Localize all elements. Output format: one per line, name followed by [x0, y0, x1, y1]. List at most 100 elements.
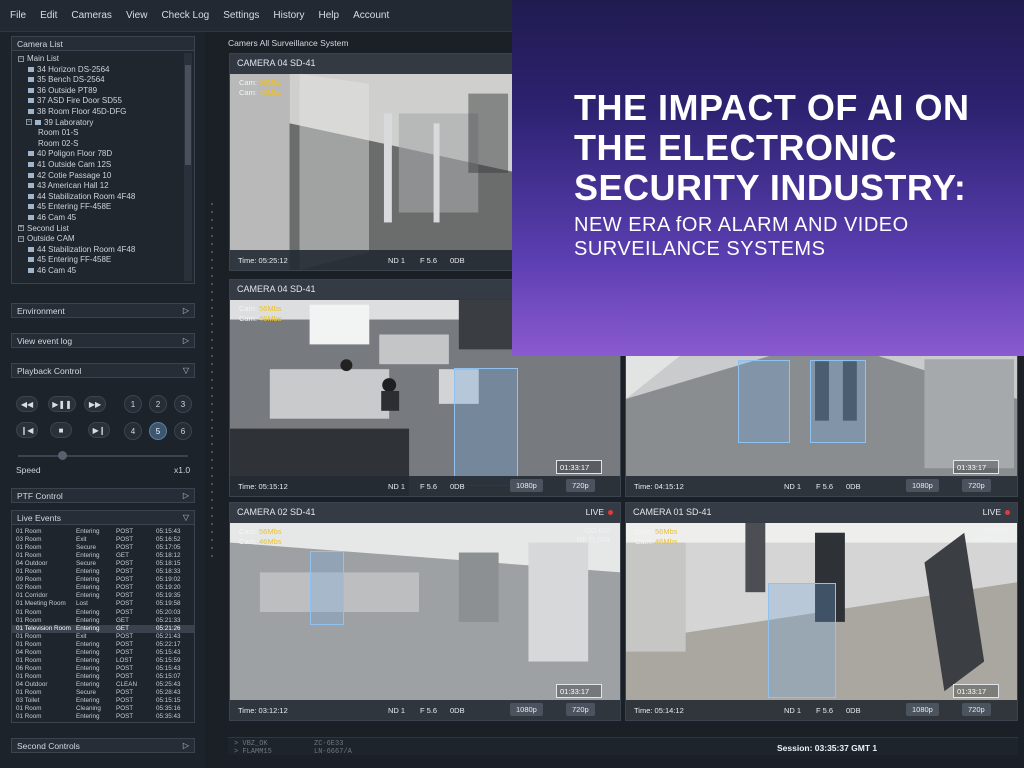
tree-item[interactable]: − 39 Laboratory [26, 118, 93, 127]
camera-view-5[interactable]: CAMERA 01 SD-41 LIVE Cam: 56Mbs Cam: 46M… [625, 502, 1018, 721]
tree-item[interactable]: 37 ASD Fire Door SD55 [28, 96, 122, 105]
tree-item[interactable]: 35 Bench DS-2564 [28, 75, 105, 84]
menu-file[interactable]: File [10, 10, 26, 21]
event-row[interactable]: 01 Room Entering GET 05:21:33 [12, 617, 194, 625]
menu-help[interactable]: Help [319, 10, 340, 21]
tree-item[interactable]: 40 Poligon Floor 78D [28, 149, 112, 158]
event-row[interactable]: 03 Toilet Entering POST 05:15:15 [12, 697, 194, 705]
play-pause-button[interactable]: ▶❚❚ [48, 396, 76, 412]
event-row[interactable]: 01 Corridor Entering POST 05:19:35 [12, 592, 194, 600]
channel-2-button[interactable]: 2 [149, 395, 167, 413]
menu-settings[interactable]: Settings [223, 10, 259, 21]
live-events-panel[interactable]: Live Events ▽ [11, 510, 195, 525]
speed-slider-knob[interactable] [58, 451, 67, 460]
camera-4-res2[interactable]: 720p [566, 703, 595, 716]
second-controls-panel[interactable]: Second Controls ▷ [11, 738, 195, 753]
tree-item[interactable]: 43 American Hall 12 [28, 181, 109, 190]
tree-item[interactable]: 36 Outside PT89 [28, 86, 97, 95]
camera-4-header: CAMERA 02 SD-41 LIVE [230, 503, 620, 523]
tree-item[interactable]: 46 Cam 45 [28, 213, 76, 222]
camera-tree-scrollbar[interactable] [184, 53, 192, 281]
camera-3-res[interactable]: 1080p [906, 479, 939, 492]
next-button[interactable]: ▶❙ [88, 422, 110, 438]
tree-item[interactable]: 34 Horizon DS-2564 [28, 65, 109, 74]
menu-view[interactable]: View [126, 10, 148, 21]
playback-control-panel[interactable]: Playback Control ▽ [11, 363, 195, 378]
stop-button[interactable]: ■ [50, 422, 72, 438]
camera-5-res2[interactable]: 720p [962, 703, 991, 716]
tree-item[interactable]: 44 Stabilization Room 4F48 [28, 245, 135, 254]
camera-4-res[interactable]: 1080p [510, 703, 543, 716]
event-row[interactable]: 02 Room Entering POST 05:19:20 [12, 584, 194, 592]
channel-1-button[interactable]: 1 [124, 395, 142, 413]
channel-3-button[interactable]: 3 [174, 395, 192, 413]
tree-item[interactable]: − Main List [18, 54, 59, 63]
tree-item[interactable]: 44 Stabilization Room 4F48 [28, 192, 135, 201]
menu-edit[interactable]: Edit [40, 10, 57, 21]
tree-item-label: Second List [27, 223, 69, 233]
tree-item[interactable]: + Second List [18, 224, 69, 233]
event-method: POST [116, 689, 134, 696]
tree-toggle-icon[interactable]: − [26, 119, 32, 126]
speed-slider-track[interactable] [18, 455, 188, 457]
event-row[interactable]: 06 Room Entering POST 05:15:43 [12, 665, 194, 673]
event-row[interactable]: 04 Outdoor Entering CLEAN 05:25:43 [12, 681, 194, 689]
event-row[interactable]: 01 Room Secure POST 05:17:05 [12, 544, 194, 552]
event-row[interactable]: 01 Room Secure POST 05:28:43 [12, 689, 194, 697]
rewind-button[interactable]: ◀◀ [16, 396, 38, 412]
channel-6-button[interactable]: 6 [174, 422, 192, 440]
event-row[interactable]: 01 Room Exit POST 05:21:43 [12, 633, 194, 641]
menu-cameras[interactable]: Cameras [71, 10, 112, 21]
event-row[interactable]: 01 Room Entering POST 05:15:43 [12, 528, 194, 536]
camera-3-time: Time: 04:15:12 [634, 482, 684, 491]
camera-4-time: Time: 03:12:12 [238, 706, 288, 715]
event-row[interactable]: 01 Room Entering LOST 05:15:59 [12, 657, 194, 665]
event-action: Entering [76, 640, 100, 648]
event-row[interactable]: 04 Room Entering POST 05:15:43 [12, 649, 194, 657]
camera-list-header[interactable]: Camera List [11, 36, 195, 51]
event-row[interactable]: 04 Outdoor Secure POST 05:18:15 [12, 560, 194, 568]
tree-item[interactable]: 38 Room Floor 45D-DFG [28, 107, 126, 116]
fast-forward-button[interactable]: ▶▶ [84, 396, 106, 412]
event-row[interactable]: 01 Room Entering POST 05:35:43 [12, 713, 194, 721]
environment-panel[interactable]: Environment ▷ [11, 303, 195, 318]
tree-item[interactable]: Room 02-S [38, 139, 78, 148]
event-row[interactable]: 09 Room Entering POST 05:19:02 [12, 576, 194, 584]
event-row[interactable]: 01 Room Cleaning POST 05:35:16 [12, 705, 194, 713]
event-row[interactable]: 03 Room Exit POST 05:16:52 [12, 536, 194, 544]
event-row[interactable]: 01 Room Entering POST 05:15:07 [12, 673, 194, 681]
event-row[interactable]: 01 Room Entering GET 05:18:12 [12, 552, 194, 560]
event-row[interactable]: 01 Meeting Room Lost POST 05:19:58 [12, 600, 194, 608]
camera-icon [28, 66, 34, 72]
event-method: POST [116, 544, 134, 552]
camera-view-4[interactable]: CAMERA 02 SD-41 LIVE Cam: 56Mbs Cam: 46M… [229, 502, 621, 721]
tree-item[interactable]: 42 Cotie Passage 10 [28, 171, 111, 180]
menu-history[interactable]: History [273, 10, 304, 21]
camera-2-res[interactable]: 1080p [510, 479, 543, 492]
event-row[interactable]: 01 Television Room Entering GET 05:21:26 [12, 624, 194, 633]
menu-account[interactable]: Account [353, 10, 389, 21]
tree-toggle-icon[interactable]: − [18, 55, 24, 62]
ptf-control-panel[interactable]: PTF Control ▷ [11, 488, 195, 503]
channel-4-button[interactable]: 4 [124, 422, 142, 440]
event-row[interactable]: 01 Room Entering POST 05:18:33 [12, 568, 194, 576]
camera-2-res2[interactable]: 720p [566, 479, 595, 492]
camera-3-res2[interactable]: 720p [962, 479, 991, 492]
view-event-log-panel[interactable]: View event log ▷ [11, 333, 195, 348]
channel-5-button[interactable]: 5 [149, 422, 167, 440]
camera-5-res[interactable]: 1080p [906, 703, 939, 716]
tree-item[interactable]: − Outside CAM [18, 234, 75, 243]
tree-toggle-icon[interactable]: + [18, 225, 24, 232]
menu-check-log[interactable]: Check Log [161, 10, 209, 21]
tree-toggle-icon[interactable]: − [18, 235, 24, 242]
tree-item[interactable]: 45 Entering FF-458E [28, 202, 111, 211]
tree-item[interactable]: 46 Cam 45 [28, 266, 76, 275]
scrollbar-thumb[interactable] [185, 65, 191, 165]
previous-button[interactable]: ❙◀ [16, 422, 38, 438]
tree-item[interactable]: Room 01-S [38, 128, 78, 137]
tree-item[interactable]: 41 Outside Cam 12S [28, 160, 111, 169]
camera-view-1[interactable]: CAMERA 04 SD-41 Cam: 56Mbs Cam: 46Mbs Ti… [229, 53, 519, 271]
event-row[interactable]: 01 Room Entering POST 05:20:03 [12, 609, 194, 617]
event-row[interactable]: 01 Room Entering POST 05:22:17 [12, 641, 194, 649]
tree-item[interactable]: 45 Entering FF-458E [28, 255, 111, 264]
